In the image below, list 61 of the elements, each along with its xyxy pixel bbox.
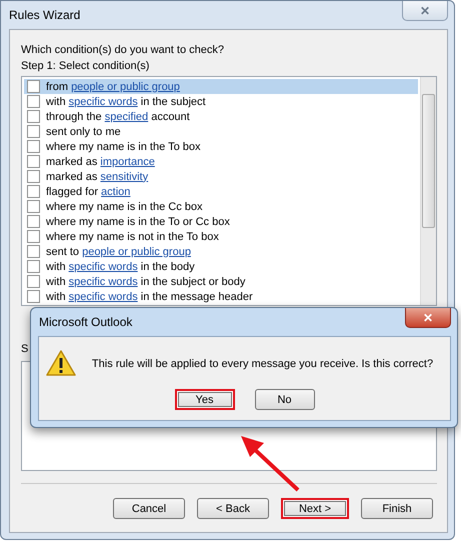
list-row[interactable]: marked as sensitivity (24, 169, 418, 184)
prompt-text: Which condition(s) do you want to check? (21, 43, 225, 58)
list-row[interactable]: where my name is not in the To box (24, 229, 418, 244)
list-row[interactable]: through the specified account (24, 109, 418, 124)
wizard-button[interactable]: Next > (281, 498, 349, 519)
list-row[interactable]: with specific words in the body (24, 259, 418, 274)
dialog-message: This rule will be applied to every message you receive. Is this correct? (92, 358, 434, 370)
condition-text[interactable]: with specific words in the subject (46, 96, 206, 108)
condition-text[interactable]: flagged for action (46, 186, 130, 198)
arrow-drawing (238, 433, 302, 493)
checkbox[interactable] (27, 155, 40, 168)
condition-text[interactable]: marked as sensitivity (46, 170, 148, 182)
list-row[interactable]: with specific words in the message header (24, 289, 418, 304)
list-row[interactable]: sent to people or public group (24, 244, 418, 259)
condition-text[interactable]: sent only to me (46, 126, 121, 138)
checkbox[interactable] (27, 185, 40, 198)
checkbox[interactable] (27, 125, 40, 138)
checkbox[interactable] (27, 215, 40, 228)
condition-text[interactable]: where my name is in the To or Cc box (46, 216, 230, 228)
list-row[interactable]: with specific words in the subject or body (24, 274, 418, 289)
checkbox[interactable] (27, 290, 40, 303)
list-row[interactable]: where my name is in the To box (24, 139, 418, 154)
checkbox[interactable] (27, 170, 40, 183)
dialog-title: Microsoft Outlook (39, 315, 132, 329)
checkbox[interactable] (27, 245, 40, 258)
checkbox[interactable] (27, 260, 40, 273)
list-row[interactable]: where my name is in the To or Cc box (24, 214, 418, 229)
checkbox[interactable] (27, 140, 40, 153)
checkbox[interactable] (27, 95, 40, 108)
condition-text[interactable]: with specific words in the body (46, 260, 195, 272)
condition-text[interactable]: sent to people or public group (46, 246, 191, 258)
checkbox[interactable] (27, 275, 40, 288)
condition-text[interactable]: marked as importance (46, 156, 155, 168)
checkbox[interactable] (27, 200, 40, 213)
warning-icon (46, 350, 76, 377)
list-row[interactable]: where my name is in the Cc box (24, 199, 418, 214)
condition-text[interactable]: with specific words in the message header (46, 290, 253, 302)
condition-text[interactable]: where my name is in the To box (46, 140, 200, 152)
dialog-button[interactable]: Yes (174, 389, 234, 410)
condition-text[interactable]: where my name is in the Cc box (46, 200, 203, 212)
condition-text[interactable]: through the specified account (46, 110, 190, 122)
dialog-button[interactable]: No (254, 389, 314, 410)
list-row[interactable]: from people or public group (24, 79, 418, 94)
scrollbar[interactable] (420, 77, 436, 305)
wizard-button[interactable]: Finish (361, 498, 433, 519)
condition-text[interactable]: where my name is not in the To box (46, 230, 219, 242)
list-row[interactable]: marked as importance (24, 154, 418, 169)
list-row[interactable]: flagged for action (24, 184, 418, 199)
window-title: Rules Wizard (9, 8, 80, 22)
step-label: S (21, 342, 30, 357)
close-button[interactable]: ✕ (402, 1, 448, 21)
wizard-button[interactable]: < Back (197, 498, 269, 519)
checkbox[interactable] (27, 110, 40, 123)
wizard-button[interactable]: Cancel (113, 498, 185, 519)
condition-text[interactable]: from people or public group (46, 80, 180, 92)
list-row[interactable]: with specific words in the subject (24, 94, 418, 109)
condition-text[interactable]: with specific words in the subject or body (46, 276, 246, 288)
checkbox[interactable] (27, 230, 40, 243)
list-row[interactable]: sent only to me (24, 124, 418, 139)
step-label: Step 1: Select condition(s) (21, 59, 150, 74)
checkbox[interactable] (27, 80, 40, 93)
